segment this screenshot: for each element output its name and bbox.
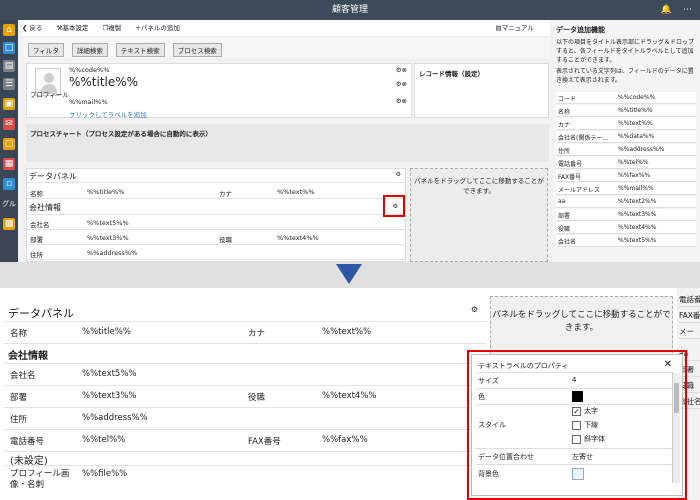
table-row: 名称 %%title%% カナ %%text%% [4,322,486,344]
basic-settings-button[interactable]: ⚒基本設定 [57,24,95,32]
calendar-icon[interactable]: ▦ [3,158,15,170]
list-item[interactable]: 部署 %%text3%% [556,209,696,221]
mail-icon[interactable]: ✉ [3,118,15,130]
panel-settings-icon[interactable]: ⚙ [396,171,401,178]
highlight-box [467,350,687,500]
process-search-button[interactable]: プロセス検索 [172,43,222,57]
table-row: プロフィール画像・名刺 %%file%% [10,469,128,490]
highlight-box [383,195,405,217]
mail-label[interactable]: %%mail%% [69,98,108,106]
panel-title-row: データパネル ⚙ [27,169,405,183]
section-header: 会社情報 [4,344,486,364]
bottom-screenshot: データパネル ⚙ 名称 %%title%% カナ %%text%% 会社情報 会… [0,288,700,500]
panel-title-row: データパネル ⚙ [4,302,486,322]
home-icon[interactable]: ⌂ [3,24,15,36]
add-panel-button[interactable]: +パネルの追加 [135,24,185,32]
filter-button[interactable]: フィルタ [28,43,64,57]
list-item[interactable]: aa %%text2%% [556,196,696,208]
list-item[interactable]: FAX番 [679,308,700,323]
app-title: 顧客管理 [331,5,368,15]
title-bar: 顧客管理 🔔 ⋯ [0,0,700,20]
list-item[interactable]: 会社名 %%text5%% [556,235,696,247]
data-panel-zoomed: データパネル ⚙ 名称 %%title%% カナ %%text%% 会社情報 会… [4,288,486,500]
avatar-label: プロフィール [30,91,69,99]
title-settings-icon[interactable]: ⚙⊗ [396,80,407,88]
process-chart: プロセスチャート（プロセス設定がある場合に自動的に表示） [26,124,549,162]
list-item[interactable]: 名称 %%title%% [556,105,696,117]
back-button[interactable]: ❮ 戻る [22,24,49,32]
table-row: 住所 %%address%% [27,246,405,260]
bell-icon[interactable]: 🔔 [661,5,672,15]
chat-icon[interactable]: □ [3,42,15,54]
table-row: 会社名 %%text5%% [4,364,486,386]
list-icon[interactable]: ☰ [3,78,15,90]
top-screenshot: 顧客管理 🔔 ⋯ ⌂ □ ▤ ☰ ▣ ✉ ▢ ▦ ▫ グル ▩ ❮ 戻る ⚒基本… [0,0,700,262]
label-settings-icon[interactable]: ⚙⊗ [396,66,407,74]
list-item[interactable]: FAX番号 %%fax%% [556,170,696,182]
table-row: 会社名 %%text5%% [27,216,405,230]
list-item[interactable]: 電話番 [679,292,700,307]
down-arrow-icon [336,264,362,284]
document-icon[interactable]: ▤ [3,60,15,72]
list-item[interactable]: 会社名(関係テー... %%data%% [556,131,696,143]
mail-settings-icon[interactable]: ⚙⊗ [396,97,407,105]
more-icon[interactable]: ⋯ [683,5,692,15]
bag-icon[interactable]: ▣ [3,98,15,110]
table-row: 住所 %%address%% [4,408,486,430]
copy-button[interactable]: ❐複製 [103,24,128,32]
data-panel: データパネル ⚙ 名称 %%title%% カナ %%text%% 会社情報 ⚙… [26,168,406,262]
text-search-button[interactable]: テキスト検索 [115,43,165,57]
profile-card: プロフィール %%code%% %%title%% %%mail%% クリックし… [26,63,412,119]
unset-section: (未設定) [4,452,486,467]
group-icon[interactable]: ▩ [3,218,15,230]
list-item[interactable]: コード %%code%% [556,92,696,104]
title-label[interactable]: %%title%% [69,75,138,89]
drop-zone[interactable]: パネルをドラッグしてここに移動することができます。 [410,168,548,262]
manual-link[interactable]: ▤マニュアル [496,20,540,36]
list-item[interactable]: カナ %%text%% [556,118,696,130]
toolbar: ❮ 戻る ⚒基本設定 ❐複製 +パネルの追加 ▤マニュアル [22,20,550,36]
list-item[interactable]: 電話番号 %%tel%% [556,157,696,169]
filter-bar: フィルタ 詳細検索 テキスト検索 プロセス検索 [22,38,550,58]
list-item[interactable]: 住所 %%address%% [556,144,696,156]
advanced-search-button[interactable]: 詳細検索 [71,43,108,57]
record-info: レコード情報（設定） [414,63,549,118]
message-icon[interactable]: ▫ [3,178,15,190]
group-label[interactable]: グル [1,198,17,210]
table-row: 部署 %%text3%% 役職 %%text4%% [4,386,486,408]
side-nav: ⌂ □ ▤ ☰ ▣ ✉ ▢ ▦ ▫ グル ▩ [0,20,18,262]
folder-icon[interactable]: ▢ [3,138,15,150]
drop-zone[interactable]: パネルをドラッグしてここに移動することができます。 [490,296,673,358]
table-row: 電話番号 %%tel%% FAX番号 %%fax%% [4,430,486,452]
section-header: 会社情報 ⚙ [27,200,405,215]
list-item[interactable]: 役職 %%text4%% [556,222,696,234]
list-item[interactable]: メールアドレス %%mail%% [556,183,696,195]
add-label-link[interactable]: クリックしてラベルを追加 [69,109,147,119]
list-item[interactable]: メー [679,324,700,339]
table-row: 部署 %%text3%% 役職 %%text4%% [27,231,405,245]
table-row: 名称 %%title%% カナ %%text%% [27,185,405,199]
code-label[interactable]: %%code%% [69,66,109,74]
panel-settings-icon[interactable]: ⚙ [471,305,478,314]
titlebar-actions: 🔔 ⋯ [661,0,692,20]
